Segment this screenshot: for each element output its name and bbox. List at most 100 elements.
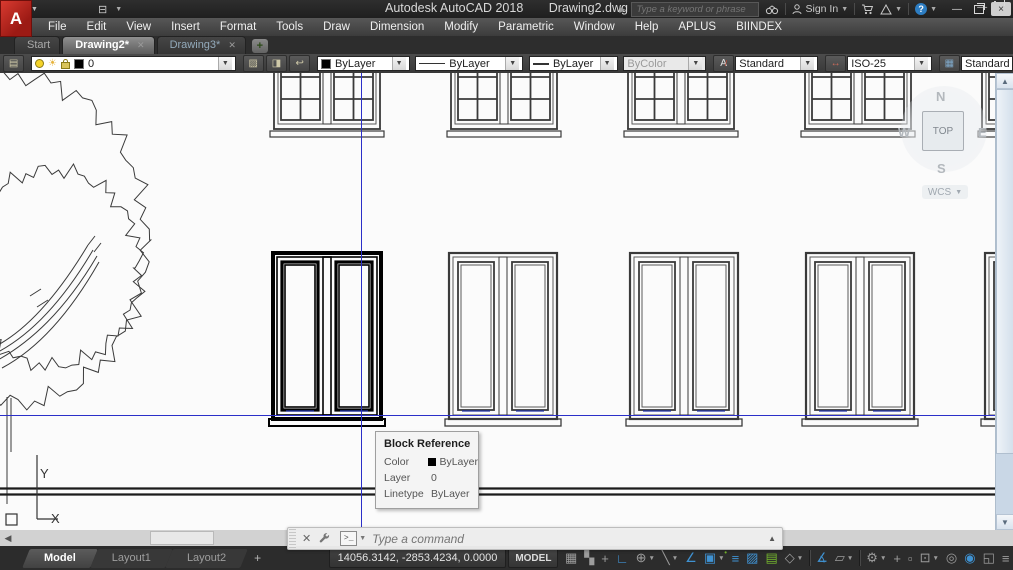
file-tab[interactable]: Drawing3* ✕: [156, 36, 246, 54]
quick-access-dropdown-icon[interactable]: ▼: [115, 6, 122, 13]
customize-wrench-icon[interactable]: [315, 533, 334, 544]
doc-restore-button[interactable]: [994, 1, 997, 14]
divider[interactable]: ▼: [808, 550, 811, 566]
text-style-button[interactable]: A /: [713, 55, 735, 72]
menu-item[interactable]: Help: [625, 21, 669, 33]
clean-screen-icon[interactable]: ◱▼: [979, 547, 998, 569]
search-button[interactable]: [765, 4, 779, 15]
horizontal-scroll-thumb[interactable]: [150, 531, 214, 545]
menu-item[interactable]: File: [38, 21, 77, 33]
chevron-down-icon[interactable]: ▼: [914, 57, 929, 70]
layout-tab[interactable]: Layout1: [94, 549, 169, 568]
isometric-drafting-icon[interactable]: ╲ ▼: [658, 547, 681, 569]
lineweight-icon[interactable]: ≡▼: [728, 547, 743, 569]
customization-icon[interactable]: ≡▼: [998, 547, 1013, 569]
menu-item[interactable]: APLUS: [668, 21, 726, 33]
sign-in-button[interactable]: Sign In ▼: [792, 3, 848, 15]
make-object-layer-current-button[interactable]: ▨: [242, 55, 264, 72]
help-button[interactable]: ? ▼: [915, 3, 937, 15]
menu-item[interactable]: Modify: [434, 21, 488, 33]
search-expand-icon[interactable]: ▶: [619, 5, 625, 14]
chevron-down-icon[interactable]: ▼: [391, 57, 406, 70]
layout-tab[interactable]: Layout2: [169, 549, 244, 568]
drag-handle[interactable]: [289, 529, 296, 548]
minimize-button[interactable]: —: [947, 2, 967, 16]
table-style-dropdown[interactable]: Standard: [961, 56, 1013, 71]
vertical-scroll-thumb[interactable]: [996, 89, 1013, 454]
layer-dropdown[interactable]: ☀ 0 ▼: [30, 56, 236, 71]
graphics-performance-icon[interactable]: ◉▼: [961, 547, 979, 569]
close-tab-icon[interactable]: ✕: [228, 37, 236, 54]
file-tab[interactable]: Drawing2* ✕: [62, 36, 155, 54]
scroll-left-icon[interactable]: ◀: [0, 530, 16, 546]
ortho-mode-icon[interactable]: ∟▼: [612, 547, 632, 569]
chevron-down-icon[interactable]: ▼: [217, 57, 232, 70]
lineweight-dropdown[interactable]: ByLayer ▼: [528, 56, 618, 71]
menu-item[interactable]: Draw: [313, 21, 360, 33]
command-prompt-icon[interactable]: >_ ▼: [340, 531, 366, 546]
annotation-visibility-icon[interactable]: ∡▼: [813, 547, 832, 569]
annotation-autoscale-icon[interactable]: ▱ ▼: [831, 547, 856, 569]
command-line-bar[interactable]: ✕ >_▼ ▲: [287, 527, 783, 550]
menu-item[interactable]: Edit: [77, 21, 117, 33]
close-tab-icon[interactable]: ✕: [137, 37, 145, 54]
menu-item[interactable]: Tools: [266, 21, 313, 33]
snap-mode-icon[interactable]: ▚▼: [581, 547, 598, 569]
autodesk-360-button[interactable]: ▼: [880, 3, 902, 15]
new-layout-button[interactable]: +: [254, 551, 261, 565]
menu-item[interactable]: Insert: [161, 21, 210, 33]
viewcube-top-face[interactable]: TOP: [922, 111, 964, 151]
workspace-switching-icon[interactable]: ⚙ ▼: [863, 547, 890, 569]
divider[interactable]: ▼: [858, 550, 861, 566]
vertical-scrollbar[interactable]: ▲ ▼: [995, 73, 1013, 530]
scroll-down-icon[interactable]: ▼: [996, 514, 1013, 530]
selection-cycling-icon[interactable]: ▤▼: [762, 547, 781, 569]
quick-properties-icon[interactable]: ▫▼: [904, 547, 916, 569]
color-dropdown[interactable]: ByLayer ▼: [317, 56, 410, 71]
application-menu-button[interactable]: A: [0, 0, 32, 37]
dimension-style-button[interactable]: ↔: [824, 55, 847, 72]
menu-item[interactable]: Window: [564, 21, 625, 33]
layer-previous-button[interactable]: ↩: [289, 55, 311, 72]
viewcube-wcs-menu[interactable]: WCS ▼: [922, 185, 968, 199]
dimension-style-dropdown[interactable]: ISO-25 ▼: [847, 56, 933, 71]
viewcube-east[interactable]: E: [978, 125, 987, 140]
command-input[interactable]: [370, 530, 763, 547]
coordinates-display[interactable]: 14056.3142, -2853.4234, 0.0000: [328, 548, 507, 568]
model-space-button[interactable]: MODEL: [508, 548, 559, 568]
annotation-monitor-icon[interactable]: ◎▼: [942, 547, 960, 569]
application-menu-caret-icon[interactable]: ▼: [31, 6, 38, 13]
object-snap-tracking-icon[interactable]: ∠▼: [682, 547, 701, 569]
layer-properties-button[interactable]: ▤: [3, 55, 25, 72]
dynamic-input-icon[interactable]: +▼: [598, 547, 613, 569]
viewcube-north[interactable]: N: [936, 89, 945, 104]
viewcube-south[interactable]: S: [937, 161, 946, 176]
text-style-dropdown[interactable]: Standard ▼: [735, 56, 819, 71]
menu-item[interactable]: View: [116, 21, 161, 33]
new-tab-button[interactable]: +: [251, 39, 268, 53]
file-tab[interactable]: Start ✕: [14, 36, 61, 54]
layout-tab[interactable]: Model: [26, 549, 94, 568]
close-command-line-icon[interactable]: ✕: [298, 532, 315, 545]
drawing-geometry[interactable]: YX: [0, 73, 995, 530]
layer-match-button[interactable]: ◨: [265, 55, 288, 72]
transparency-icon[interactable]: ▨▼: [743, 547, 762, 569]
object-snap-icon[interactable]: ▣ • ▼: [700, 547, 728, 569]
search-input[interactable]: [631, 1, 760, 17]
menu-item[interactable]: BIINDEX: [726, 21, 792, 33]
scroll-up-icon[interactable]: ▲: [996, 73, 1013, 89]
command-history-icon[interactable]: ▲: [762, 534, 782, 543]
menu-item[interactable]: Parametric: [488, 21, 564, 33]
menu-item[interactable]: Format: [210, 21, 266, 33]
chevron-down-icon[interactable]: ▼: [800, 57, 815, 70]
linetype-dropdown[interactable]: ByLayer ▼: [415, 56, 524, 71]
3d-object-snap-icon[interactable]: ◇ ▼: [781, 547, 806, 569]
table-style-button[interactable]: ▦: [938, 55, 960, 72]
menu-item[interactable]: Dimension: [360, 21, 434, 33]
app-store-button[interactable]: [861, 4, 874, 15]
grid-mode-icon[interactable]: ▦▼: [561, 547, 580, 569]
chevron-down-icon[interactable]: ▼: [505, 57, 520, 70]
annotation-scale-icon[interactable]: ⊡ ▼: [916, 547, 942, 569]
doc-minimize-button[interactable]: —: [977, 2, 987, 13]
add-scales-icon[interactable]: +▼: [890, 547, 905, 569]
